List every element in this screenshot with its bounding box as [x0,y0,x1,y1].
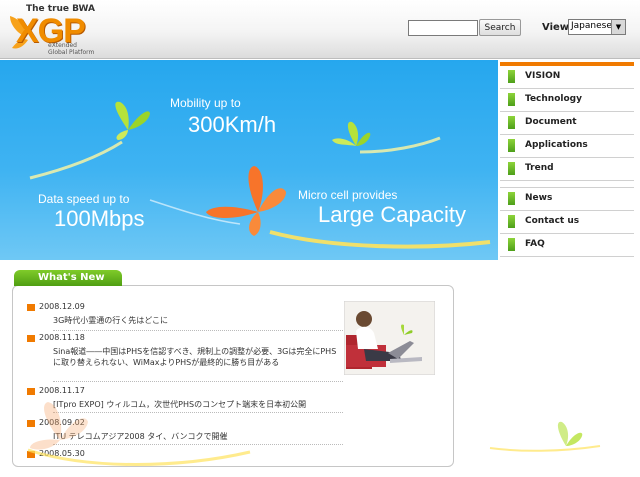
menu-item-technology[interactable]: Technology [500,89,634,112]
cell-label: Micro cell provides [298,188,398,202]
menu-divider [500,181,634,188]
menu-item-trend[interactable]: Trend [500,158,634,181]
news-date: 2008.11.18 [39,333,85,342]
menu-item-label: Trend [525,163,554,173]
news-link[interactable]: Sina報道――中国はPHSを信認すべき、規制上の調整が必要、3Gは完全にPHS… [53,346,343,368]
menu-item-applications[interactable]: Applications [500,135,634,158]
orange-butterfly-icon [206,166,286,236]
news-divider [53,412,343,413]
news-date: 2008.11.17 [39,386,85,395]
search-input[interactable] [408,20,478,36]
news-date: 2008.09.02 [39,418,85,427]
xgp-logo[interactable]: The true BWA XGP eXtended Global Platfor… [4,2,96,56]
news-divider [53,444,343,445]
menu-marker-icon [508,215,515,228]
menu-item-label: VISION [525,71,561,81]
bullet-icon [27,420,35,427]
language-select-value: Japanese [571,21,612,31]
menu-item-document[interactable]: Document [500,112,634,135]
whats-new-title: What's New [38,272,105,283]
green-butterfly-icon [115,101,150,140]
faded-green-butterfly-icon [557,421,583,446]
menu-marker-icon [508,192,515,205]
chevron-down-icon[interactable]: ▼ [611,20,625,34]
menu-item-faq[interactable]: FAQ [500,234,634,257]
header-bar: The true BWA XGP eXtended Global Platfor… [0,0,640,59]
woman-laptop-photo [344,301,435,375]
menu-item-label: Contact us [525,216,580,226]
logo-subtitle-line1: eXtended [48,42,77,49]
menu-item-vision[interactable]: VISION [500,66,634,89]
bullet-icon [27,451,35,458]
news-link[interactable]: [ITpro EXPO] ウィルコム，次世代PHSのコンセプト端末を日本初公開 [53,399,343,410]
news-date: 2008.12.09 [39,302,85,311]
news-divider [53,381,343,382]
bullet-icon [27,335,35,342]
menu-marker-icon [508,139,515,152]
side-menu: VISION Technology Document Applications … [500,62,634,260]
view-label: View [542,22,570,33]
speed-label: Data speed up to [38,192,130,206]
hero-banner: Mobility up to 300Km/h Data speed up to … [0,60,498,260]
news-link[interactable]: ITU テレコムアジア2008 タイ、バンコクで開催 [53,431,343,442]
menu-item-news[interactable]: News [500,188,634,211]
menu-item-label: Technology [525,94,582,104]
menu-marker-icon [508,162,515,175]
menu-marker-icon [508,238,515,251]
menu-item-label: Applications [525,140,588,150]
menu-marker-icon [508,93,515,106]
menu-item-label: FAQ [525,239,545,249]
whats-new-tab: What's New [14,270,122,286]
search-button[interactable]: Search [479,19,521,36]
green-butterfly-icon [332,121,371,146]
logo-subtitle-line2: Global Platform [48,49,95,56]
menu-marker-icon [508,70,515,83]
language-select[interactable]: Japanese ▼ [568,19,626,35]
news-link[interactable]: 3G時代小霊通の行く先はどこに [53,315,343,326]
menu-marker-icon [508,116,515,129]
bullet-icon [27,304,35,311]
mobility-label: Mobility up to [170,96,241,110]
speed-value: 100Mbps [54,206,145,231]
menu-item-contact[interactable]: Contact us [500,211,634,234]
menu-item-label: Document [525,117,577,127]
mobility-value: 300Km/h [188,112,277,137]
news-date: 2008.05.30 [39,449,85,458]
news-divider [53,330,343,331]
bullet-icon [27,388,35,395]
menu-item-label: News [525,193,553,203]
cell-value: Large Capacity [318,202,466,227]
